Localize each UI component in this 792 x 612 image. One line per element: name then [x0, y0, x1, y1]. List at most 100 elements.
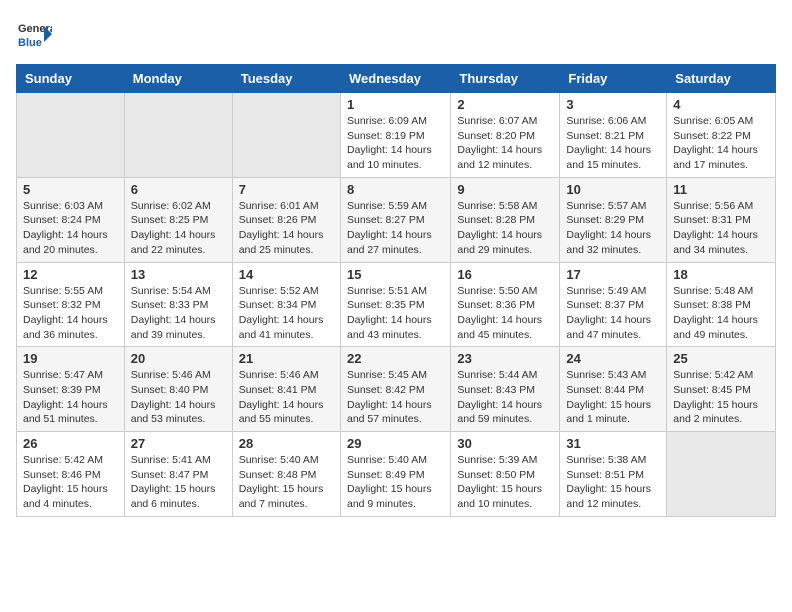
- calendar-cell: 6 Sunrise: 6:02 AMSunset: 8:25 PMDaylight…: [124, 177, 232, 262]
- day-info: Sunrise: 5:41 AMSunset: 8:47 PMDaylight:…: [131, 453, 226, 512]
- weekday-header-friday: Friday: [560, 65, 667, 93]
- calendar-cell: 25Sunrise: 5:42 AMSunset: 8:45 PMDayligh…: [667, 347, 776, 432]
- day-number: 16: [457, 267, 553, 282]
- calendar-cell: [232, 93, 340, 178]
- svg-text:Blue: Blue: [18, 37, 42, 49]
- calendar-cell: 13 Sunrise: 5:54 AMSunset: 8:33 PMDayligh…: [124, 262, 232, 347]
- day-number: 24: [566, 351, 660, 366]
- day-info: Sunrise: 5:58 AMSunset: 8:28 PMDaylight:…: [457, 199, 553, 258]
- day-info: Sunrise: 6:09 AMSunset: 8:19 PMDaylight:…: [347, 114, 444, 173]
- day-info: Sunrise: 5:55 AMSunset: 8:32 PMDaylight:…: [23, 284, 118, 343]
- weekday-header-thursday: Thursday: [451, 65, 560, 93]
- calendar-week-5: 26Sunrise: 5:42 AMSunset: 8:46 PMDayligh…: [17, 432, 776, 517]
- day-number: 5: [23, 182, 118, 197]
- calendar-cell: 21 Sunrise: 5:46 AMSunset: 8:41 PMDayligh…: [232, 347, 340, 432]
- day-info: Sunrise: 6:03 AMSunset: 8:24 PMDaylight:…: [23, 199, 118, 258]
- calendar-cell: 9 Sunrise: 5:58 AMSunset: 8:28 PMDaylight…: [451, 177, 560, 262]
- day-info: Sunrise: 5:42 AMSunset: 8:45 PMDaylight:…: [673, 368, 769, 427]
- day-number: 14: [239, 267, 334, 282]
- calendar-cell: 17Sunrise: 5:49 AMSunset: 8:37 PMDayligh…: [560, 262, 667, 347]
- day-info: Sunrise: 5:54 AMSunset: 8:33 PMDaylight:…: [131, 284, 226, 343]
- calendar-cell: 28 Sunrise: 5:40 AMSunset: 8:48 PMDayligh…: [232, 432, 340, 517]
- calendar-cell: 16 Sunrise: 5:50 AMSunset: 8:36 PMDayligh…: [451, 262, 560, 347]
- day-info: Sunrise: 5:48 AMSunset: 8:38 PMDaylight:…: [673, 284, 769, 343]
- calendar-cell: 2 Sunrise: 6:07 AMSunset: 8:20 PMDaylight…: [451, 93, 560, 178]
- calendar-cell: 23Sunrise: 5:44 AMSunset: 8:43 PMDayligh…: [451, 347, 560, 432]
- calendar-week-2: 5 Sunrise: 6:03 AMSunset: 8:24 PMDaylight…: [17, 177, 776, 262]
- day-number: 3: [566, 97, 660, 112]
- day-number: 8: [347, 182, 444, 197]
- day-number: 7: [239, 182, 334, 197]
- day-info: Sunrise: 5:38 AMSunset: 8:51 PMDaylight:…: [566, 453, 660, 512]
- logo-icon: General Blue: [16, 16, 52, 52]
- day-info: Sunrise: 5:46 AMSunset: 8:41 PMDaylight:…: [239, 368, 334, 427]
- day-number: 29: [347, 436, 444, 451]
- day-info: Sunrise: 5:49 AMSunset: 8:37 PMDaylight:…: [566, 284, 660, 343]
- day-info: Sunrise: 5:52 AMSunset: 8:34 PMDaylight:…: [239, 284, 334, 343]
- day-number: 1: [347, 97, 444, 112]
- calendar-cell: 26Sunrise: 5:42 AMSunset: 8:46 PMDayligh…: [17, 432, 125, 517]
- calendar-cell: [667, 432, 776, 517]
- calendar-cell: 30 Sunrise: 5:39 AMSunset: 8:50 PMDayligh…: [451, 432, 560, 517]
- calendar-cell: 22Sunrise: 5:45 AMSunset: 8:42 PMDayligh…: [340, 347, 450, 432]
- day-info: Sunrise: 5:47 AMSunset: 8:39 PMDaylight:…: [23, 368, 118, 427]
- calendar-cell: 11 Sunrise: 5:56 AMSunset: 8:31 PMDayligh…: [667, 177, 776, 262]
- day-info: Sunrise: 6:05 AMSunset: 8:22 PMDaylight:…: [673, 114, 769, 173]
- day-info: Sunrise: 5:39 AMSunset: 8:50 PMDaylight:…: [457, 453, 553, 512]
- calendar-cell: 12 Sunrise: 5:55 AMSunset: 8:32 PMDayligh…: [17, 262, 125, 347]
- calendar-week-4: 19 Sunrise: 5:47 AMSunset: 8:39 PMDayligh…: [17, 347, 776, 432]
- day-number: 2: [457, 97, 553, 112]
- day-info: Sunrise: 5:56 AMSunset: 8:31 PMDaylight:…: [673, 199, 769, 258]
- calendar-week-1: 1 Sunrise: 6:09 AMSunset: 8:19 PMDaylight…: [17, 93, 776, 178]
- day-number: 31: [566, 436, 660, 451]
- calendar-cell: 24 Sunrise: 5:43 AMSunset: 8:44 PMDayligh…: [560, 347, 667, 432]
- calendar-cell: 27 Sunrise: 5:41 AMSunset: 8:47 PMDayligh…: [124, 432, 232, 517]
- weekday-header-wednesday: Wednesday: [340, 65, 450, 93]
- calendar-cell: 4 Sunrise: 6:05 AMSunset: 8:22 PMDaylight…: [667, 93, 776, 178]
- day-info: Sunrise: 6:06 AMSunset: 8:21 PMDaylight:…: [566, 114, 660, 173]
- day-number: 30: [457, 436, 553, 451]
- calendar-cell: 10Sunrise: 5:57 AMSunset: 8:29 PMDayligh…: [560, 177, 667, 262]
- calendar-cell: 20Sunrise: 5:46 AMSunset: 8:40 PMDayligh…: [124, 347, 232, 432]
- calendar-header: SundayMondayTuesdayWednesdayThursdayFrid…: [17, 65, 776, 93]
- calendar-cell: 29 Sunrise: 5:40 AMSunset: 8:49 PMDayligh…: [340, 432, 450, 517]
- day-number: 18: [673, 267, 769, 282]
- day-number: 11: [673, 182, 769, 197]
- day-number: 28: [239, 436, 334, 451]
- calendar-cell: 3 Sunrise: 6:06 AMSunset: 8:21 PMDaylight…: [560, 93, 667, 178]
- day-number: 4: [673, 97, 769, 112]
- day-number: 21: [239, 351, 334, 366]
- day-number: 9: [457, 182, 553, 197]
- day-info: Sunrise: 6:07 AMSunset: 8:20 PMDaylight:…: [457, 114, 553, 173]
- day-number: 22: [347, 351, 444, 366]
- day-number: 15: [347, 267, 444, 282]
- weekday-header-row: SundayMondayTuesdayWednesdayThursdayFrid…: [17, 65, 776, 93]
- day-number: 19: [23, 351, 118, 366]
- calendar-cell: 15 Sunrise: 5:51 AMSunset: 8:35 PMDayligh…: [340, 262, 450, 347]
- header: General Blue: [16, 16, 776, 52]
- day-number: 27: [131, 436, 226, 451]
- calendar-cell: [124, 93, 232, 178]
- day-info: Sunrise: 5:57 AMSunset: 8:29 PMDaylight:…: [566, 199, 660, 258]
- day-number: 13: [131, 267, 226, 282]
- day-info: Sunrise: 5:50 AMSunset: 8:36 PMDaylight:…: [457, 284, 553, 343]
- calendar-cell: 14 Sunrise: 5:52 AMSunset: 8:34 PMDayligh…: [232, 262, 340, 347]
- day-number: 6: [131, 182, 226, 197]
- day-info: Sunrise: 6:02 AMSunset: 8:25 PMDaylight:…: [131, 199, 226, 258]
- calendar-cell: 19 Sunrise: 5:47 AMSunset: 8:39 PMDayligh…: [17, 347, 125, 432]
- day-info: Sunrise: 5:51 AMSunset: 8:35 PMDaylight:…: [347, 284, 444, 343]
- logo: General Blue: [16, 16, 52, 52]
- day-info: Sunrise: 5:40 AMSunset: 8:49 PMDaylight:…: [347, 453, 444, 512]
- day-number: 20: [131, 351, 226, 366]
- calendar-cell: 31 Sunrise: 5:38 AMSunset: 8:51 PMDayligh…: [560, 432, 667, 517]
- calendar-cell: [17, 93, 125, 178]
- calendar-body: 1 Sunrise: 6:09 AMSunset: 8:19 PMDaylight…: [17, 93, 776, 517]
- day-info: Sunrise: 5:43 AMSunset: 8:44 PMDaylight:…: [566, 368, 660, 427]
- weekday-header-tuesday: Tuesday: [232, 65, 340, 93]
- weekday-header-monday: Monday: [124, 65, 232, 93]
- day-info: Sunrise: 5:44 AMSunset: 8:43 PMDaylight:…: [457, 368, 553, 427]
- weekday-header-saturday: Saturday: [667, 65, 776, 93]
- day-number: 12: [23, 267, 118, 282]
- day-info: Sunrise: 5:40 AMSunset: 8:48 PMDaylight:…: [239, 453, 334, 512]
- calendar-cell: 1 Sunrise: 6:09 AMSunset: 8:19 PMDaylight…: [340, 93, 450, 178]
